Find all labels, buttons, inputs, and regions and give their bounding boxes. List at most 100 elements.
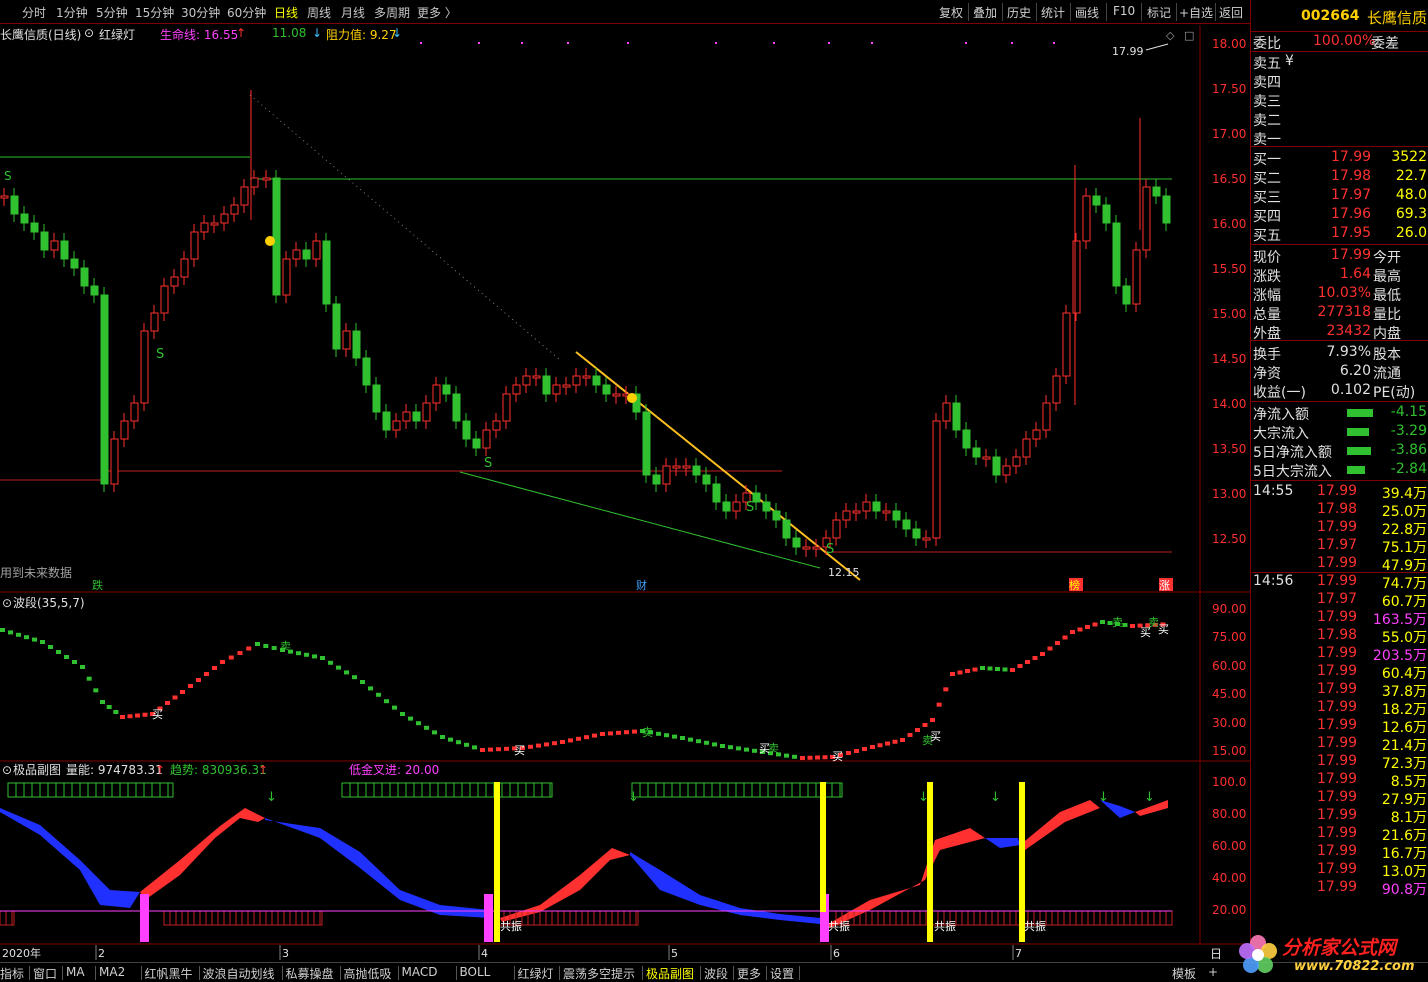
indicator-tab[interactable]: 高抛低吸 xyxy=(344,965,392,982)
band-dot xyxy=(560,740,565,744)
indicator-tab[interactable]: 私募操盘 xyxy=(286,965,334,982)
add-tab-button[interactable]: + xyxy=(1208,965,1218,979)
candle-body xyxy=(1112,222,1121,287)
candle-body xyxy=(572,375,581,386)
event-marker[interactable]: 跌 xyxy=(92,578,103,592)
event-marker[interactable]: 榜 xyxy=(1069,578,1080,592)
band-dot xyxy=(448,737,453,742)
band-dot xyxy=(228,655,234,660)
buy-level-price: 17.95 xyxy=(1331,225,1372,241)
band-dot xyxy=(304,652,309,657)
band-dot xyxy=(600,732,605,736)
candle-body xyxy=(1122,285,1131,305)
band-dot xyxy=(135,713,140,718)
sell-level-label: 卖二 xyxy=(1253,113,1281,129)
band-dot xyxy=(915,728,920,732)
indicator-tab[interactable]: 设置 xyxy=(770,965,794,982)
candle-body xyxy=(1102,204,1111,224)
y-tick: 12.50 xyxy=(1212,532,1246,546)
indicator-tab[interactable]: MA xyxy=(66,965,85,979)
band-dot xyxy=(995,667,1000,671)
divider xyxy=(1251,340,1428,341)
candle-body xyxy=(180,258,189,278)
y-tick: 17.50 xyxy=(1212,82,1246,96)
candle-body xyxy=(292,249,301,260)
candle-body xyxy=(592,375,601,386)
band-dot xyxy=(807,755,813,760)
indicator-tab[interactable]: 红帆黑牛 xyxy=(145,965,193,982)
band-dot xyxy=(352,675,357,680)
indicator-tab[interactable]: 更多 xyxy=(737,965,761,982)
quote-value: 7.93% xyxy=(1326,344,1371,360)
diamond-icon[interactable]: ◇ xyxy=(1166,29,1175,42)
tick-price: 17.99 xyxy=(1317,555,1358,571)
tick-price: 17.98 xyxy=(1317,627,1358,643)
band-dot xyxy=(480,748,485,752)
indicator-tab[interactable]: 波段 xyxy=(704,965,728,982)
band-dot xyxy=(608,731,613,736)
date-tick: 6 xyxy=(833,947,840,960)
quote-value: 6.20 xyxy=(1339,363,1371,379)
candle-body xyxy=(832,519,841,539)
candle-body xyxy=(722,501,731,512)
tick-price: 17.99 xyxy=(1317,681,1358,697)
band-dot xyxy=(496,747,501,752)
buy-level-label: 买二 xyxy=(1253,171,1281,187)
y-tick: 14.00 xyxy=(1212,397,1246,411)
band-dot xyxy=(688,737,693,742)
indicator-tab[interactable]: MACD xyxy=(402,965,438,979)
band-dot xyxy=(1122,623,1128,627)
band-dot xyxy=(432,730,437,735)
tick-row: 17.99 22.8万 xyxy=(1251,518,1428,538)
tick-price: 17.99 xyxy=(1317,483,1358,499)
y-tick: 15.00 xyxy=(1212,307,1246,321)
indicator-tab[interactable]: 指标 xyxy=(0,965,24,982)
signal-bar xyxy=(494,782,500,942)
band-dot xyxy=(528,744,533,749)
logo-url: www.70822.com xyxy=(1294,959,1415,974)
band-dot xyxy=(48,645,53,649)
band-dot xyxy=(1055,641,1060,645)
y-tick: 17.00 xyxy=(1212,127,1246,141)
stock-name: 长鹰信质 xyxy=(1367,9,1428,27)
indicator-tab[interactable]: 波浪自动划线 xyxy=(203,965,275,982)
buy-level-row: 买四 17.96 69.3 xyxy=(1251,205,1428,225)
tick-price: 17.99 xyxy=(1317,861,1358,877)
indicator-tab[interactable]: BOLL xyxy=(460,965,491,979)
candle-body xyxy=(902,519,911,530)
event-marker[interactable]: 财 xyxy=(636,578,647,592)
square-icon[interactable]: □ xyxy=(1184,29,1194,42)
quote-label: 总量 xyxy=(1253,307,1281,323)
band-settings-icon[interactable]: ⊙ xyxy=(2,596,12,610)
sub-settings-icon[interactable]: ⊙ xyxy=(2,763,12,777)
tick-price: 17.99 xyxy=(1317,825,1358,841)
band-dot xyxy=(80,665,85,669)
tab-divider xyxy=(799,966,800,980)
candle-body xyxy=(872,501,881,512)
event-marker[interactable]: 涨 xyxy=(1159,579,1170,592)
candle-body xyxy=(662,465,671,485)
quote-label: 涨幅 xyxy=(1253,288,1281,304)
indicator-tab-bar: 指标 窗口 MA MA2 红帆黑牛 波浪自动划线 私募操盘 高抛低吸 MACD BOLL 红绿灯 震荡… xyxy=(0,962,1428,982)
indicator-tab[interactable]: 红绿灯 xyxy=(518,965,554,982)
tick-row: 17.99 203.5万 xyxy=(1251,644,1428,664)
indicator-tab[interactable]: MA2 xyxy=(99,965,125,979)
template-button[interactable]: 模板 xyxy=(1172,965,1196,982)
band-dot xyxy=(488,747,493,752)
indicator-tab[interactable]: 极品副图 xyxy=(646,965,694,982)
sell-level-row: 卖五 ¥ xyxy=(1251,52,1428,72)
band-dot xyxy=(1002,667,1008,672)
band-dot xyxy=(376,692,381,697)
band-dot xyxy=(536,743,541,748)
ratio-value: 100.00% xyxy=(1313,33,1376,49)
tab-divider xyxy=(62,966,63,980)
band-dot xyxy=(616,730,621,735)
sub-y-axis: 100.0 80.00 60.00 40.00 20.00 xyxy=(1212,775,1246,917)
sell-level-price: ¥ xyxy=(1285,53,1294,69)
band-dot xyxy=(504,746,509,751)
band-dot xyxy=(127,714,133,719)
y-tick: 90.00 xyxy=(1212,602,1246,616)
indicator-tab[interactable]: 窗口 xyxy=(33,965,57,982)
indicator-tab[interactable]: 震荡多空提示 xyxy=(563,965,635,982)
candle-body xyxy=(150,312,159,332)
